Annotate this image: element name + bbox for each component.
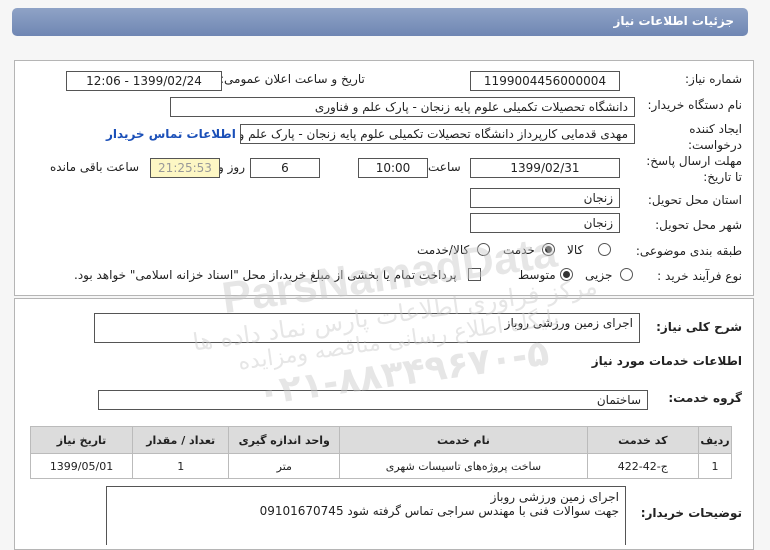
table-row: 1 ج-42-422 ساخت پروژه‌های تاسیسات شهری م… bbox=[29, 453, 732, 479]
deadline-label-1: مهلت ارسال پاسخ: bbox=[646, 154, 742, 168]
col-row: ردیف bbox=[698, 426, 732, 454]
services-table: ردیف کد خدمت نام خدمت واحد اندازه گیری ت… bbox=[29, 426, 732, 479]
process-radio-minor[interactable] bbox=[620, 268, 633, 281]
city-field: زنجان bbox=[470, 213, 620, 233]
description-field: اجرای زمین ورزشی روباز bbox=[94, 313, 640, 343]
remaining-time-field: 21:25:53 bbox=[150, 158, 220, 178]
buyer-notes-line-2: جهت سوالات فنی با مهندس سراجی تماس گرفته… bbox=[259, 504, 619, 518]
category-radio-service[interactable] bbox=[542, 243, 555, 256]
province-label: استان محل تحویل: bbox=[647, 193, 742, 207]
buyer-label: نام دستگاه خریدار: bbox=[647, 98, 743, 112]
col-code: کد خدمت bbox=[586, 426, 700, 454]
page-header: جزئیات اطلاعات نیاز bbox=[12, 8, 748, 36]
city-label: شهر محل تحویل: bbox=[655, 218, 742, 232]
cell-code: ج-42-422 bbox=[586, 453, 700, 479]
province-field: زنجان bbox=[470, 188, 620, 208]
category-label: طبقه بندی موضوعی: bbox=[635, 244, 742, 258]
treasury-payment-checkbox[interactable] bbox=[468, 268, 481, 281]
services-table-header: ردیف کد خدمت نام خدمت واحد اندازه گیری ت… bbox=[29, 426, 732, 454]
deadline-time-label: ساعت bbox=[428, 160, 461, 174]
col-name: نام خدمت bbox=[339, 426, 588, 454]
description-label: شرح کلی نیاز: bbox=[656, 320, 742, 334]
buyer-notes-line-1: اجرای زمین ورزشی روباز bbox=[490, 490, 619, 504]
creator-label-1: ایجاد کننده bbox=[689, 122, 742, 136]
buyer-notes-label: توضیحات خریدار: bbox=[640, 506, 742, 520]
buyer-contact-link[interactable]: اطلاعات تماس خریدار bbox=[106, 127, 236, 141]
deadline-date-field: 1399/02/31 bbox=[470, 158, 620, 178]
deadline-time-field: 10:00 bbox=[358, 158, 428, 178]
col-unit: واحد اندازه گیری bbox=[228, 426, 341, 454]
days-field: 6 bbox=[250, 158, 320, 178]
category-radio-goods-service[interactable] bbox=[477, 243, 490, 256]
services-table-wrap: ردیف کد خدمت نام خدمت واحد اندازه گیری ت… bbox=[29, 426, 732, 479]
process-label: نوع فرآیند خرید : bbox=[657, 269, 742, 283]
category-radio-goods[interactable] bbox=[598, 243, 611, 256]
days-label: روز و bbox=[218, 160, 245, 174]
cell-row: 1 bbox=[698, 453, 732, 479]
announce-date-label: تاریخ و ساعت اعلان عمومی: bbox=[220, 72, 365, 86]
service-group-label: گروه خدمت: bbox=[668, 391, 742, 405]
page-title: جزئیات اطلاعات نیاز bbox=[613, 14, 734, 28]
cell-unit: متر bbox=[228, 453, 341, 479]
col-qty: تعداد / مقدار bbox=[132, 426, 230, 454]
cell-date: 1399/05/01 bbox=[29, 453, 134, 479]
cell-name: ساخت پروژه‌های تاسیسات شهری bbox=[339, 453, 588, 479]
need-info-panel bbox=[14, 60, 754, 296]
col-date: تاریخ نیاز bbox=[29, 426, 134, 454]
category-option-goods: کالا bbox=[567, 243, 584, 257]
buyer-field: دانشگاه تحصیلات تکمیلی علوم پایه زنجان -… bbox=[170, 97, 635, 117]
category-option-goods-service: کالا/خدمت bbox=[417, 243, 470, 257]
announce-date-field: 1399/02/24 - 12:06 bbox=[66, 71, 222, 91]
process-radio-medium[interactable] bbox=[560, 268, 573, 281]
service-group-field: ساختمان bbox=[98, 390, 648, 410]
creator-field: مهدی قدمایی کارپرداز دانشگاه تحصیلات تکم… bbox=[240, 124, 635, 144]
cell-qty: 1 bbox=[132, 453, 230, 479]
services-section-title: اطلاعات خدمات مورد نیاز bbox=[591, 354, 742, 368]
process-option-medium: متوسط bbox=[518, 268, 556, 282]
treasury-payment-note: پرداخت تمام یا بخشی از مبلغ خرید،از محل … bbox=[74, 268, 457, 282]
remaining-time-label: ساعت باقی مانده bbox=[50, 160, 140, 174]
need-number-label: شماره نیاز: bbox=[685, 72, 742, 86]
process-option-minor: جزیی bbox=[585, 268, 613, 282]
creator-label-2: درخواست: bbox=[688, 138, 742, 152]
category-option-service: خدمت bbox=[503, 243, 535, 257]
buyer-notes-box: اجرای زمین ورزشی روباز جهت سوالات فنی با… bbox=[106, 486, 626, 545]
deadline-label-2: تا تاریخ: bbox=[703, 170, 742, 184]
need-number-field: 1199004456000004 bbox=[470, 71, 620, 91]
